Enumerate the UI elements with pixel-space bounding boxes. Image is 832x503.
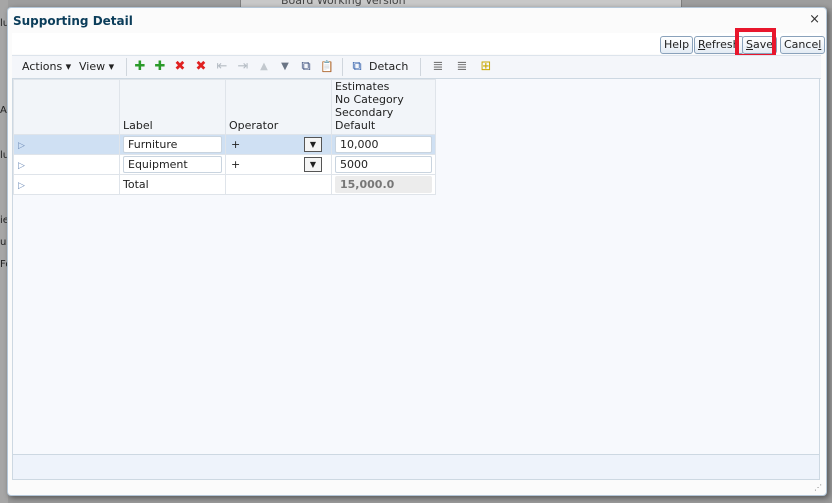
status-footer (12, 454, 820, 480)
row-expander[interactable]: ▷ (13, 154, 120, 175)
header-label: Label (119, 79, 226, 135)
toolbar-separator (342, 58, 343, 76)
header-row: Label Operator Estimates No Category Sec… (13, 79, 436, 135)
operator-select[interactable]: + ▼ (229, 157, 328, 172)
operator-value: + (231, 138, 241, 151)
table-row[interactable]: ▷ Equipment + ▼ 5000 (13, 154, 436, 175)
operator-cell (225, 174, 332, 195)
collapse-all-icon[interactable]: ≣ (454, 59, 470, 75)
cancel-mnemonic: l (818, 38, 822, 51)
expand-icon[interactable]: ▷ (14, 181, 25, 191)
copy-icon[interactable]: ⧉ (298, 59, 314, 75)
move-up-icon[interactable]: ▲ (256, 59, 272, 75)
label-cell: Total (119, 174, 226, 195)
view-menu[interactable]: View ▾ (79, 60, 114, 73)
label-input[interactable]: Furniture (123, 136, 222, 153)
header-estimates-scenario: Estimates (335, 80, 390, 93)
label-cell: Equipment (119, 154, 226, 175)
delete-icon[interactable]: ✖ (172, 59, 188, 75)
chevron-down-icon[interactable]: ▼ (304, 157, 322, 172)
operator-select[interactable]: + ▼ (229, 137, 328, 152)
save-highlight-box (735, 28, 776, 58)
total-value: 15,000.0 (335, 176, 432, 193)
value-cell: 10,000 (331, 134, 436, 155)
value-input[interactable]: 10,000 (335, 136, 432, 153)
value-input[interactable]: 5000 (335, 156, 432, 173)
label-input[interactable]: Equipment (123, 156, 222, 173)
toolbar-separator (126, 58, 127, 76)
header-estimates-category: No Category (335, 93, 404, 106)
hierarchy-icon[interactable]: ⊞ (478, 59, 494, 75)
grid-area: Label Operator Estimates No Category Sec… (12, 78, 820, 456)
header-operator: Operator (225, 79, 332, 135)
operator-cell: + ▼ (225, 154, 332, 175)
row-expander[interactable]: ▷ (13, 134, 120, 155)
value-cell: 5000 (331, 154, 436, 175)
toolbar: Actions ▾ View ▾ ✚ ✚ ✖ ✖ ⇤ ⇥ ▲ ▼ ⧉ 📋 ⧉ D… (12, 55, 821, 79)
toolbar-separator (420, 58, 421, 76)
supporting-detail-dialog: Supporting Detail × Help Refresh Save Ca… (7, 7, 827, 496)
add-sibling-icon[interactable]: ✚ (152, 59, 168, 75)
detach-icon[interactable]: ⧉ (349, 59, 365, 75)
chevron-down-icon[interactable]: ▼ (304, 137, 322, 152)
help-label: Help (664, 38, 690, 51)
expand-icon[interactable]: ▷ (14, 161, 25, 171)
cancel-label: Cance (784, 38, 819, 51)
label-cell: Furniture (119, 134, 226, 155)
supporting-detail-grid: Label Operator Estimates No Category Sec… (13, 79, 436, 195)
operator-value: + (231, 158, 241, 171)
value-cell: 15,000.0 (331, 174, 436, 195)
table-row[interactable]: ▷ Furniture + ▼ 10,000 (13, 134, 436, 155)
promote-icon[interactable]: ⇤ (214, 59, 230, 75)
close-icon[interactable]: × (809, 12, 820, 27)
delete-all-icon[interactable]: ✖ (193, 59, 209, 75)
dialog-title: Supporting Detail (13, 14, 133, 28)
add-child-icon[interactable]: ✚ (132, 59, 148, 75)
header-estimates-version: Secondary Default (335, 106, 394, 132)
demote-icon[interactable]: ⇥ (235, 59, 251, 75)
operator-cell: + ▼ (225, 134, 332, 155)
help-button[interactable]: Help (660, 36, 694, 54)
actions-menu[interactable]: Actions ▾ (22, 60, 71, 73)
table-row[interactable]: ▷ Total 15,000.0 (13, 174, 436, 195)
header-expand (13, 79, 120, 135)
resize-grip-icon[interactable]: ⋰ (814, 483, 822, 492)
header-estimates: Estimates No Category Secondary Default (331, 79, 436, 135)
row-expander[interactable]: ▷ (13, 174, 120, 195)
expand-all-icon[interactable]: ≣ (430, 59, 446, 75)
expand-icon[interactable]: ▷ (14, 141, 25, 151)
cancel-button[interactable]: Cancel (780, 36, 826, 54)
detach-button[interactable]: Detach (369, 60, 408, 73)
move-down-icon[interactable]: ▼ (277, 59, 293, 75)
paste-icon[interactable]: 📋 (319, 59, 335, 75)
total-label: Total (123, 178, 149, 191)
bg-fragment: A (0, 105, 7, 116)
